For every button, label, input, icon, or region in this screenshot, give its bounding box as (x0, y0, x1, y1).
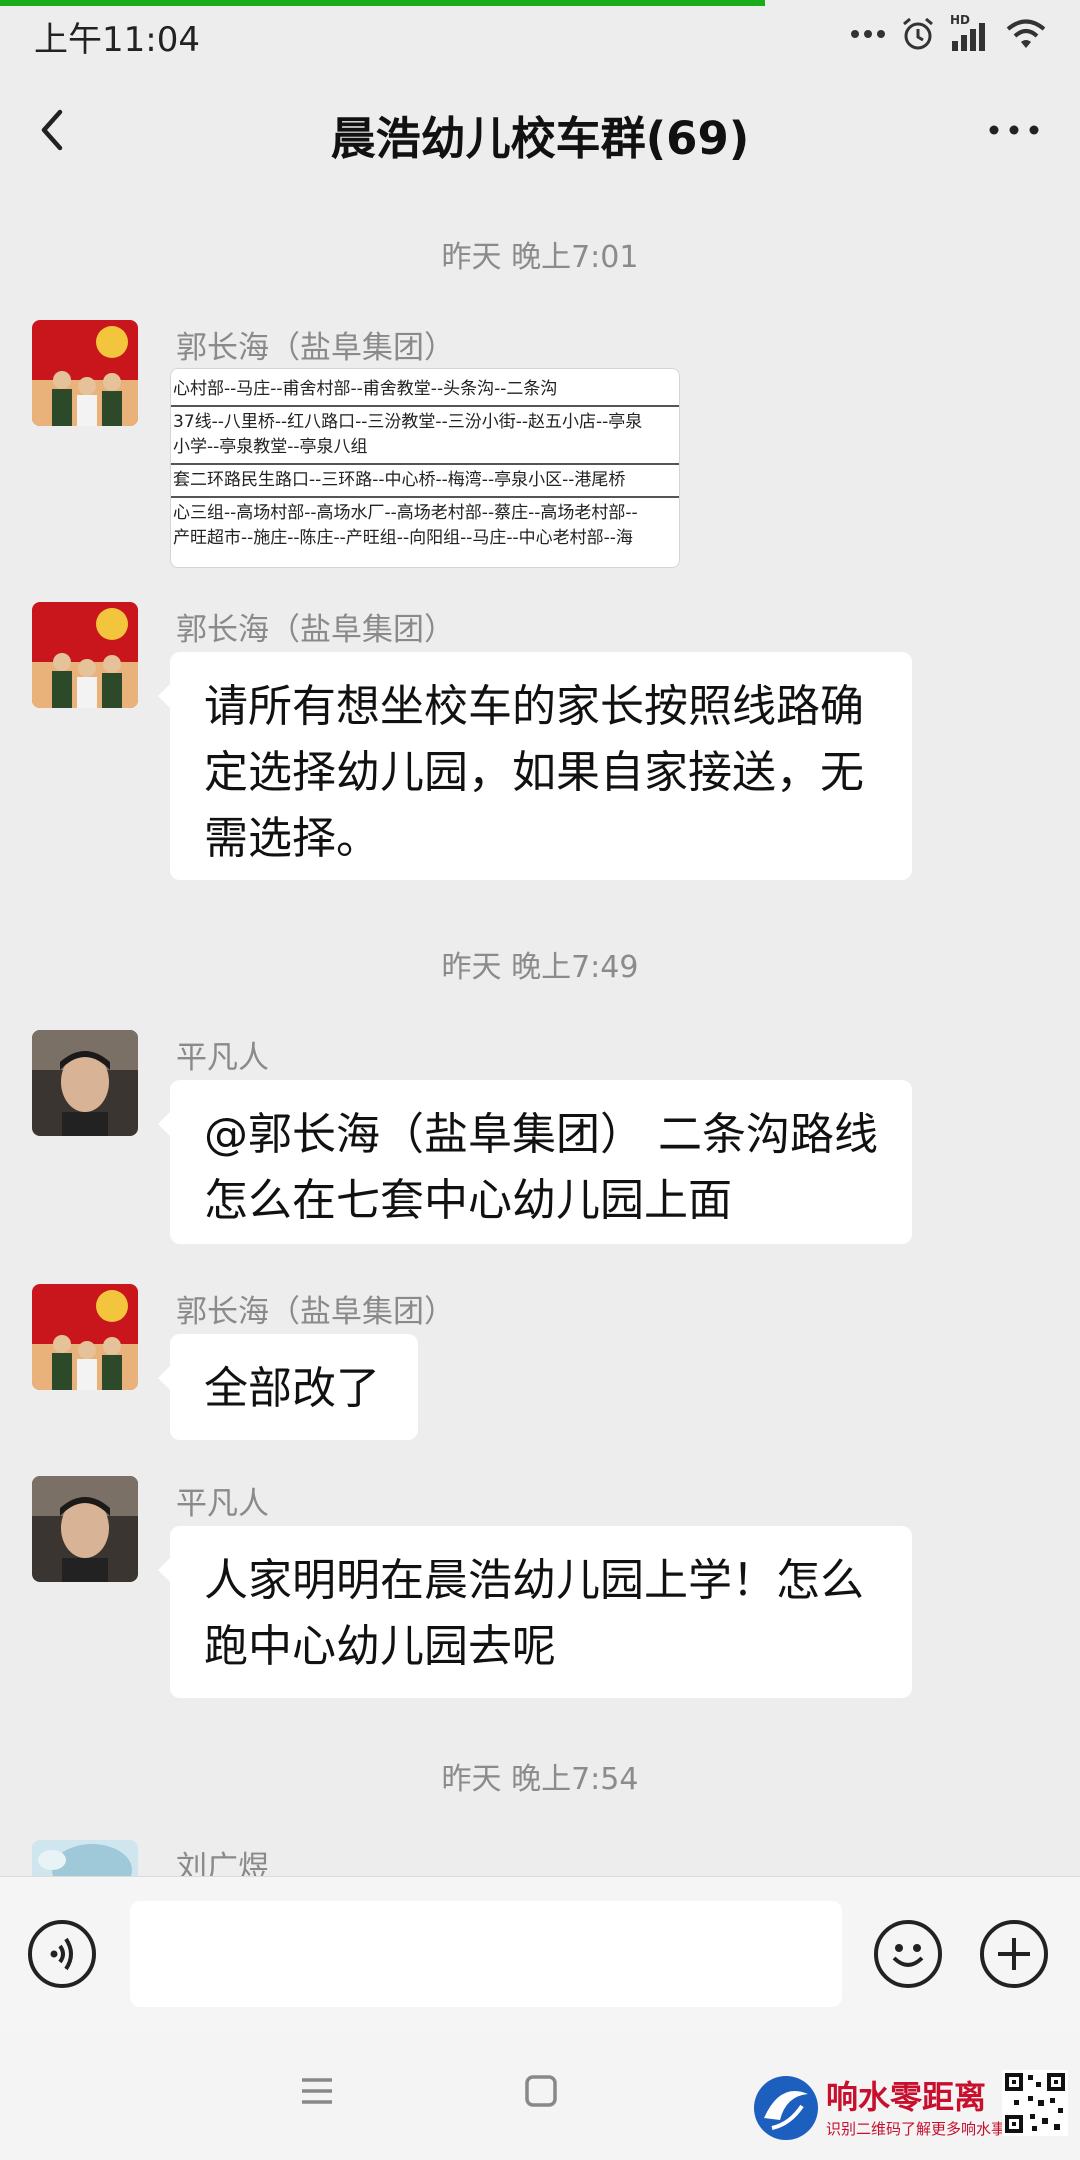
sender-name: 郭长海（盐阜集团） (176, 1294, 455, 1330)
sender-name: 平凡人 (176, 1486, 269, 1522)
message-bubble[interactable]: 全部改了 (158, 1334, 418, 1440)
sender-name: 郭长海（盐阜集团） (176, 330, 455, 366)
watermark-logo-icon (754, 2076, 818, 2140)
chat-title: 晨浩幼儿校车群(69) (330, 112, 750, 165)
voice-icon[interactable] (28, 1920, 96, 1988)
chat-header: 晨浩幼儿校车群(69) (0, 70, 1080, 190)
avatar-guo[interactable] (32, 320, 138, 426)
route-line: 产旺超市--施庄--陈庄--产旺组--向阳组--马庄--中心老村部--海 (173, 528, 633, 548)
sender-name: 平凡人 (176, 1040, 269, 1076)
status-time: 上午11:04 (34, 20, 200, 60)
avatar-pingfanren[interactable] (32, 1476, 138, 1582)
qr-code-icon (1002, 2070, 1068, 2136)
route-separator (171, 405, 679, 407)
timestamp: 昨天 晚上7:49 (441, 950, 639, 985)
add-icon[interactable] (980, 1920, 1048, 1988)
watermark-subtitle: 识别二维码了解更多响水事 (826, 2120, 1007, 2138)
signal-icon: HD (950, 13, 992, 51)
avatar-guo[interactable] (32, 1284, 138, 1390)
avatar-pingfanren[interactable] (32, 1030, 138, 1136)
more-notifications-icon (851, 30, 885, 38)
watermark-title: 响水零距离 (826, 2078, 987, 2116)
status-bar: 上午11:04 HD (0, 0, 1080, 66)
timestamp: 昨天 晚上7:01 (441, 240, 639, 275)
route-separator (171, 463, 679, 465)
message-bubble[interactable]: 人家明明在晨浩幼儿园上学！怎么跑中心幼儿园去呢 (158, 1526, 912, 1698)
more-icon[interactable] (984, 100, 1044, 160)
route-line: 小学--亭泉教堂--亭泉八组 (173, 437, 368, 457)
message-list[interactable]: 昨天 晚上7:01 郭长海（盐阜集团） 心村部--马庄--甫舍村部--甫舍教堂-… (0, 190, 1080, 1876)
status-icons: HD (850, 13, 1046, 54)
avatar-guo[interactable] (32, 602, 138, 708)
message-bubble[interactable]: @郭长海（盐阜集团） 二条沟路线怎么在七套中心幼儿园上面 (158, 1080, 912, 1244)
wifi-icon (1006, 19, 1046, 48)
route-image-message[interactable]: 心村部--马庄--甫舍村部--甫舍教堂--头条沟--二条沟 37线--八里桥--… (170, 368, 680, 568)
route-line: 心村部--马庄--甫舍村部--甫舍教堂--头条沟--二条沟 (173, 379, 558, 399)
home-icon[interactable] (524, 2074, 558, 2108)
timestamp: 昨天 晚上7:54 (441, 1762, 639, 1797)
route-line: 套二环路民生路口--三环路--中心桥--梅湾--亭泉小区--港尾桥 (173, 470, 626, 490)
menu-icon[interactable] (300, 2076, 334, 2106)
route-separator (171, 496, 679, 498)
sender-name: 刘广煜 (176, 1850, 269, 1876)
input-bar (0, 1876, 1080, 2031)
sender-name: 郭长海（盐阜集团） (176, 612, 455, 648)
route-line: 心三组--高场村部--高场水厂--高场老村部--蔡庄--高场老村部-- (173, 503, 638, 523)
avatar-liu[interactable] (32, 1840, 138, 1876)
message-input[interactable] (130, 1901, 842, 2007)
emoji-icon[interactable] (874, 1920, 942, 1988)
message-bubble[interactable]: 请所有想坐校车的家长按照线路确定选择幼儿园，如果自家接送，无需选择。 (158, 652, 912, 880)
route-line: 37线--八里桥--红八路口--三汾教堂--三汾小街--赵五小店--亭泉 (173, 412, 643, 432)
watermark: 响水零距离 识别二维码了解更多响水事 (750, 2070, 1070, 2150)
alarm-icon (903, 17, 933, 50)
